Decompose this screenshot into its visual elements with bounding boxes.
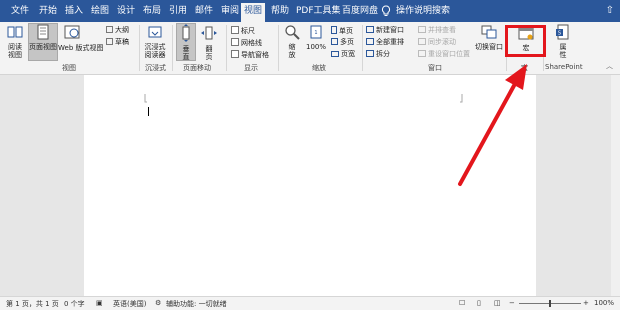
annotation-arrow bbox=[458, 64, 527, 186]
